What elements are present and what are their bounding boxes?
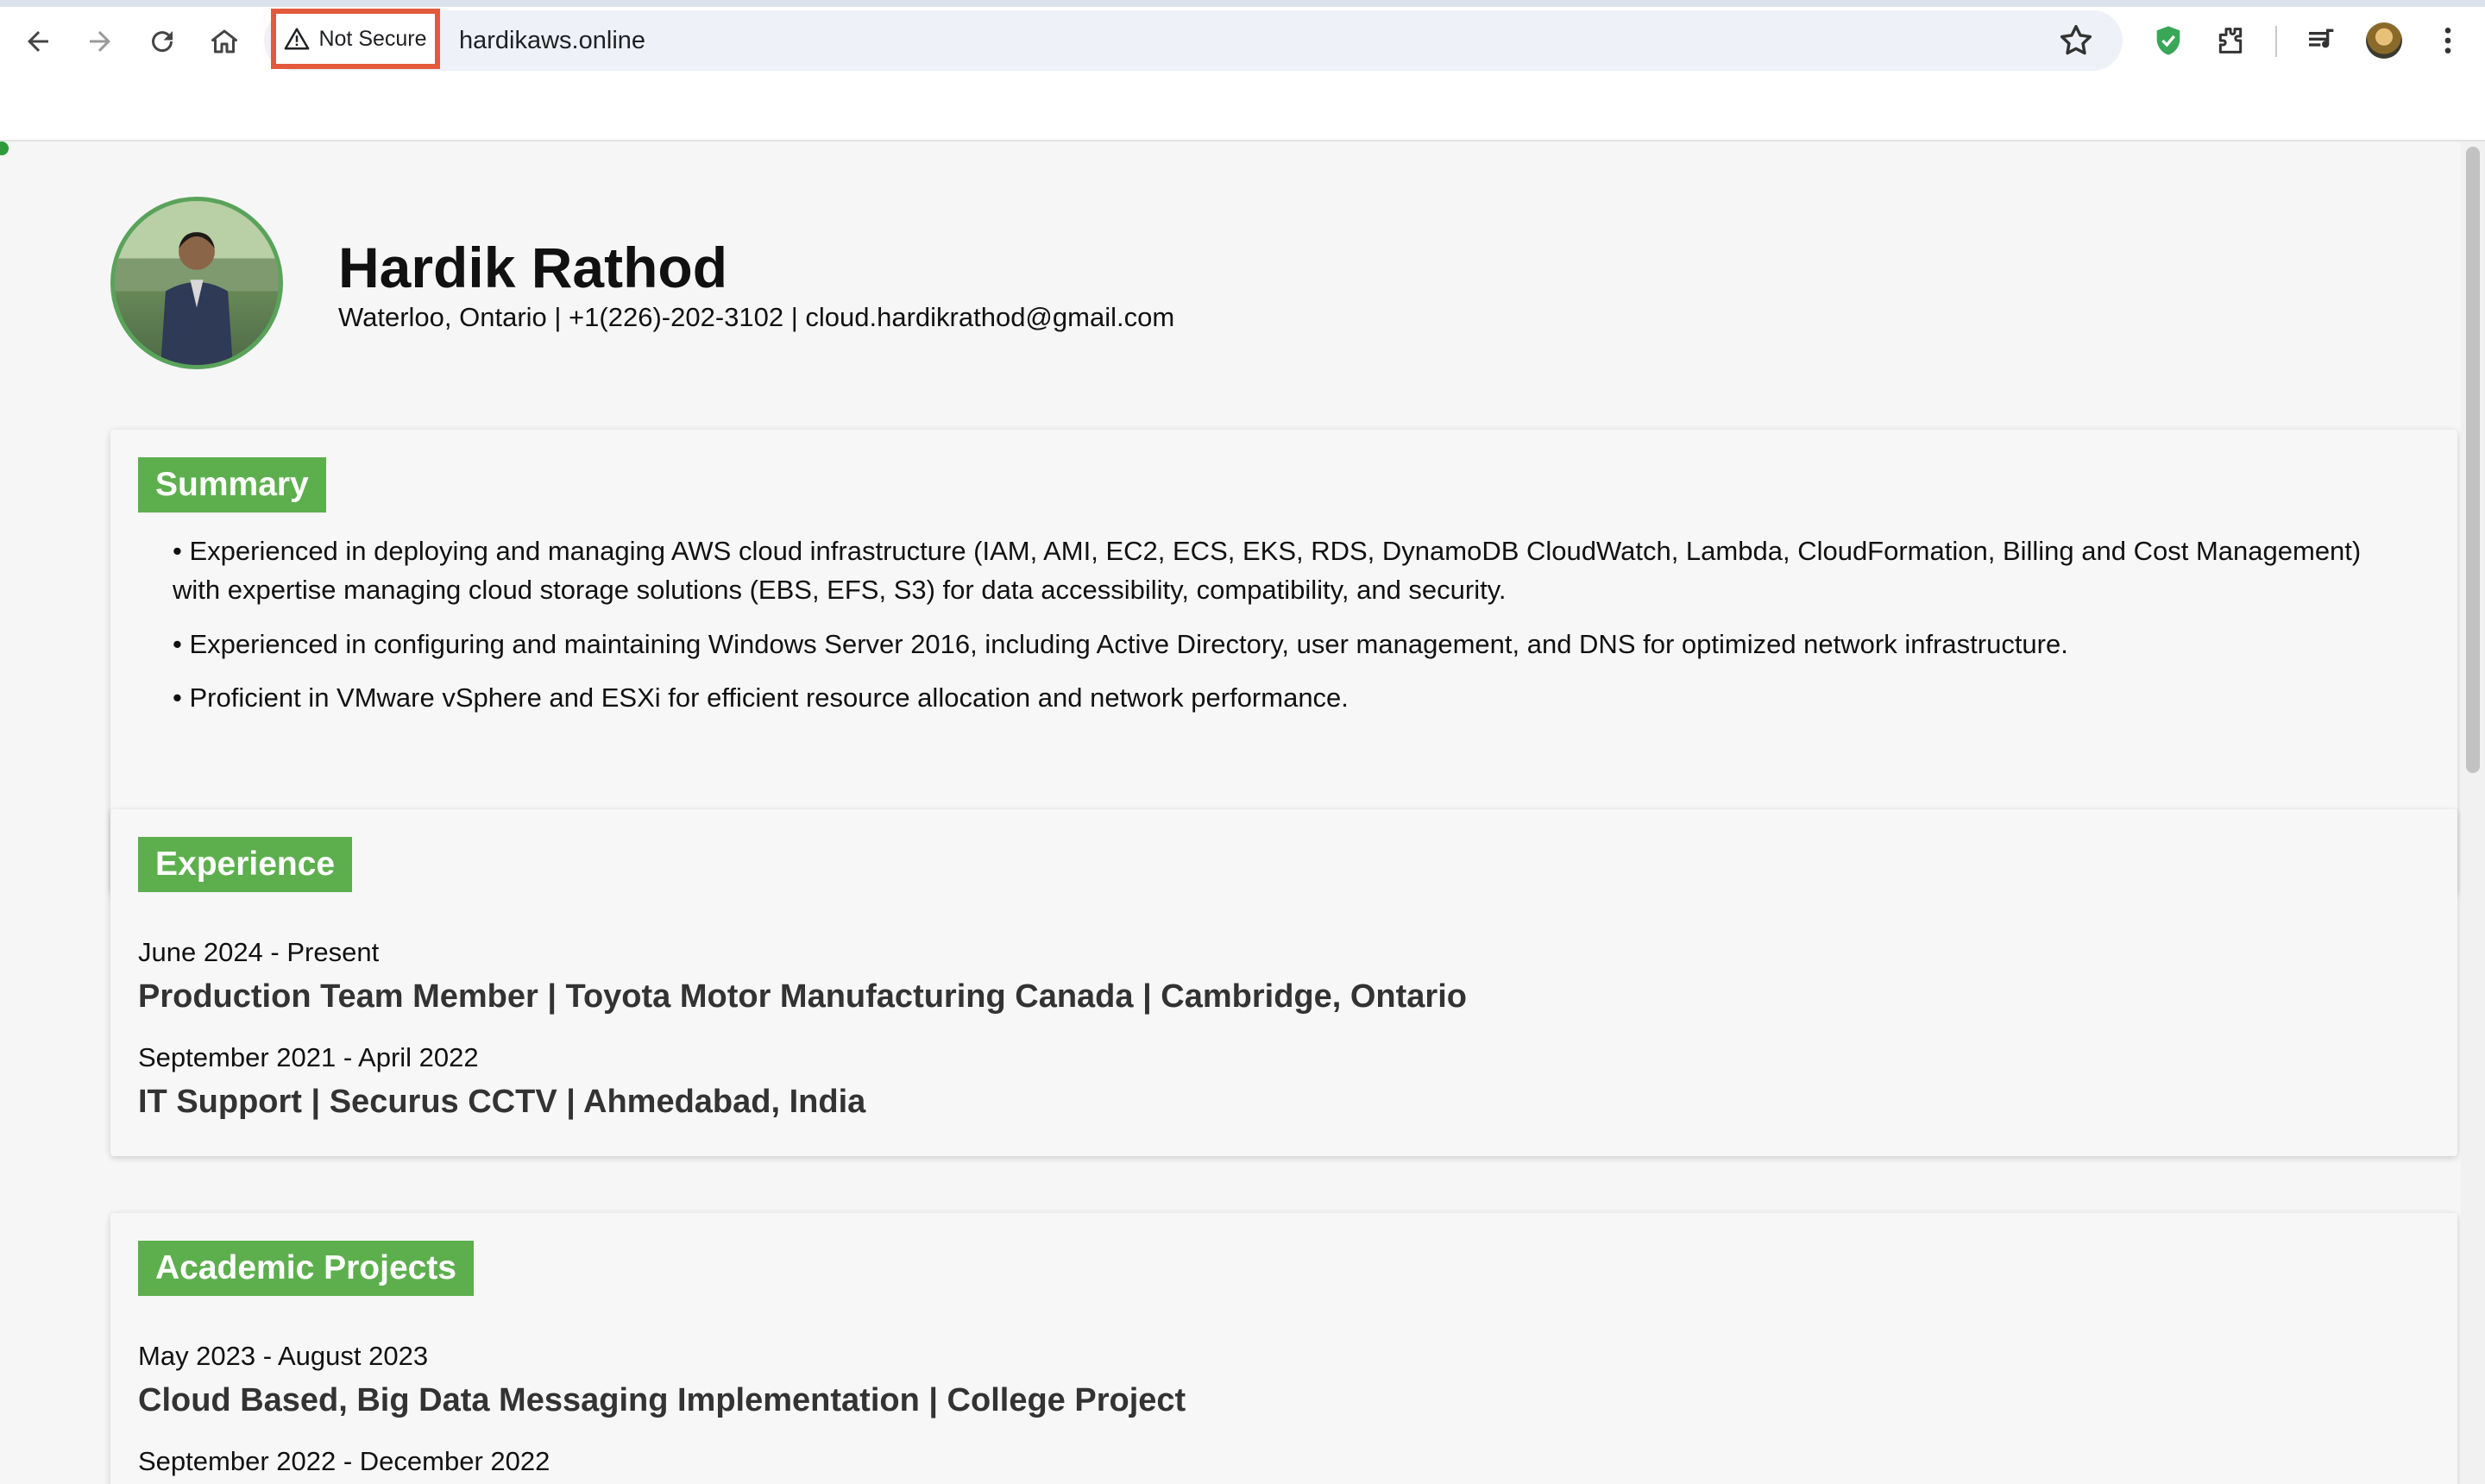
summary-bullet: • Experienced in configuring and maintai…: [173, 629, 2068, 659]
toolbar-separator: [2275, 26, 2277, 57]
media-queue-icon[interactable]: [2302, 21, 2342, 60]
puzzle-icon[interactable]: [2211, 21, 2250, 60]
profile-avatar[interactable]: [2366, 22, 2402, 59]
experience-role: IT Support | Securus CCTV | Ahmedabad, I…: [138, 1084, 866, 1120]
security-indicator-button[interactable]: Not Secure: [271, 9, 440, 69]
forward-arrow-icon[interactable]: [74, 16, 126, 67]
kebab-menu-icon[interactable]: [2428, 21, 2468, 60]
projects-heading: Academic Projects: [138, 1241, 475, 1296]
project-date: September 2022 - December 2022: [138, 1446, 550, 1476]
profile-name: Hardik Rathod: [338, 236, 728, 299]
scrollbar-thumb[interactable]: [2466, 147, 2480, 773]
projects-card: Academic Projects May 2023 - August 2023…: [110, 1213, 2457, 1484]
back-arrow-icon[interactable]: [12, 16, 64, 67]
profile-photo: [110, 197, 283, 369]
status-dot: [0, 141, 9, 155]
home-icon[interactable]: [198, 16, 250, 67]
reload-icon[interactable]: [136, 16, 188, 67]
experience-date: June 2024 - Present: [138, 937, 380, 967]
profile-contact: Waterloo, Ontario | +1(226)-202-3102 | c…: [338, 302, 1175, 332]
experience-role: Production Team Member | Toyota Motor Ma…: [138, 978, 1467, 1015]
security-label: Not Secure: [318, 26, 427, 51]
tab-strip-edge: [0, 0, 2485, 7]
url-text[interactable]: hardikaws.online: [459, 10, 645, 71]
project-title: Cloud Based, Big Data Messaging Implemen…: [138, 1382, 1186, 1418]
experience-date: September 2021 - April 2022: [138, 1042, 479, 1072]
browser-toolbar: Not Secure hardikaws.online: [0, 0, 2485, 141]
experience-heading: Experience: [138, 837, 353, 892]
page-viewport: Hardik Rathod Waterloo, Ontario | +1(226…: [0, 141, 2485, 1484]
warning-triangle-icon: [285, 28, 310, 50]
summary-bullet: • Experienced in deploying and managing …: [173, 536, 2362, 605]
summary-heading: Summary: [138, 457, 326, 512]
experience-card: Experience June 2024 - Present Productio…: [110, 809, 2457, 1156]
star-icon[interactable]: [2056, 21, 2096, 60]
summary-bullet: • Proficient in VMware vSphere and ESXi …: [173, 682, 1349, 713]
project-date: May 2023 - August 2023: [138, 1341, 429, 1371]
shield-check-icon[interactable]: [2148, 21, 2188, 60]
